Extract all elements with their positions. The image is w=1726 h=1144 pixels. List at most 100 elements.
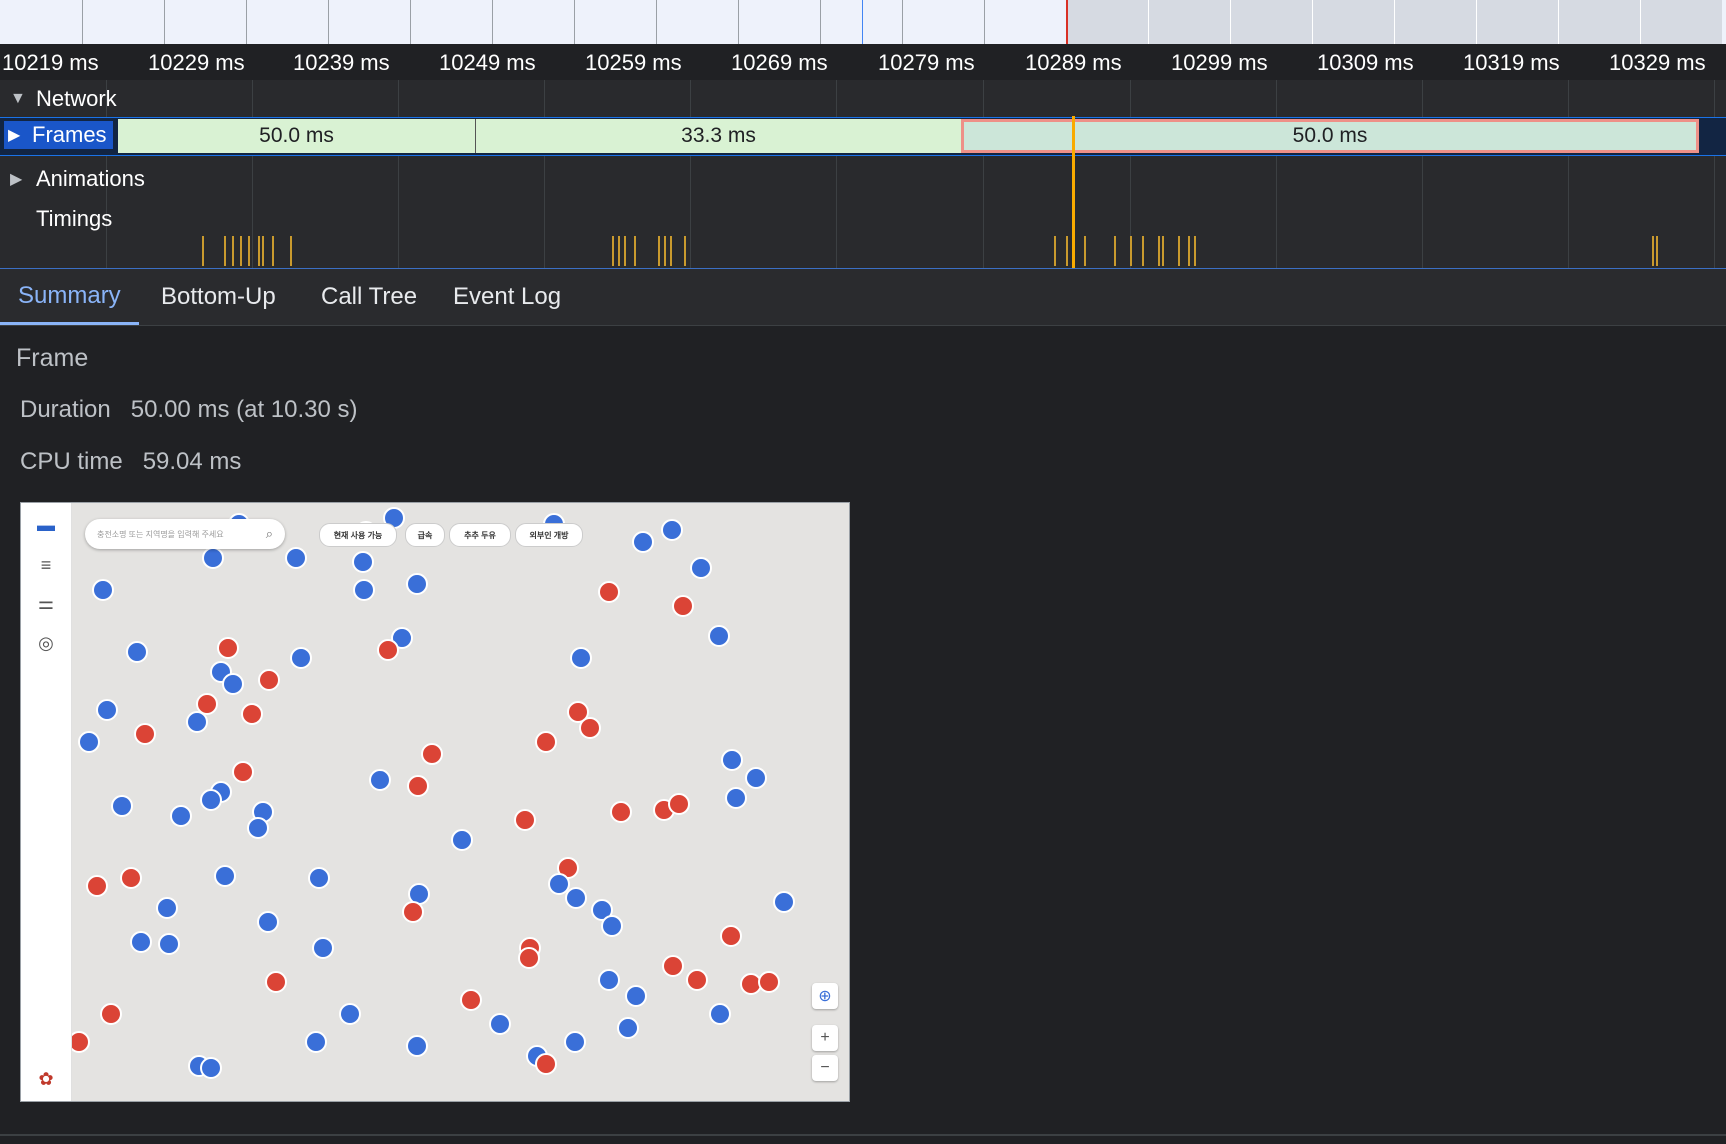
overview-selection-marker (1066, 0, 1068, 44)
red-map-marker (120, 867, 142, 889)
timing-mark (1114, 236, 1116, 266)
red-map-marker (668, 793, 690, 815)
red-map-marker (662, 955, 684, 977)
duration-value: 50.00 ms (at 10.30 s) (130, 396, 358, 423)
red-map-marker (100, 1003, 122, 1025)
tab-event-log[interactable]: Event Log (435, 269, 579, 325)
locate-icon: ⊕ (812, 983, 838, 1009)
frames-track-header[interactable]: ▶ Frames (4, 121, 113, 149)
overview-screenshot-cell (492, 0, 574, 44)
animations-track-header[interactable]: ▶ Animations (10, 166, 145, 192)
blue-map-marker (200, 1057, 222, 1079)
red-map-marker (134, 723, 156, 745)
tick-label: 10329 ms (1609, 50, 1706, 75)
timing-marks (0, 230, 1726, 266)
search-icon: ⌕ (265, 526, 273, 541)
timing-mark (670, 236, 672, 266)
details-tabbar: Summary Bottom-Up Call Tree Event Log (0, 269, 1726, 326)
cpu-time-row: CPU time 59.04 ms (20, 448, 241, 476)
frames-track-label: Frames (32, 122, 107, 147)
blue-map-marker (406, 1035, 428, 1057)
red-map-marker (720, 925, 742, 947)
blue-map-marker (156, 897, 178, 919)
tab-call-tree[interactable]: Call Tree (303, 269, 435, 325)
frame-duration: 50.0 ms (1292, 124, 1368, 147)
timeline-overview[interactable] (0, 0, 1726, 46)
red-map-marker (258, 669, 280, 691)
overview-screenshot-cell (1394, 0, 1476, 44)
blue-map-marker (312, 937, 334, 959)
red-map-marker (598, 581, 620, 603)
blue-map-marker (222, 673, 244, 695)
tick-label: 10299 ms (1171, 50, 1268, 75)
map-search-placeholder: 충전소명 또는 지역명을 입력해 주세요 (97, 529, 224, 539)
timing-mark (658, 236, 660, 266)
overview-screenshot-cell (246, 0, 328, 44)
filter-icon: ⚌ (37, 593, 55, 613)
overview-screenshot-cell (1312, 0, 1394, 44)
blue-map-marker (709, 1003, 731, 1025)
timings-track-label: Timings (36, 206, 113, 231)
red-map-marker (518, 947, 540, 969)
timing-mark (262, 236, 264, 266)
blue-map-marker (617, 1017, 639, 1039)
blue-map-marker (247, 817, 269, 839)
filter-chip: 외부인 개방 (515, 523, 583, 547)
timing-mark (232, 236, 234, 266)
red-map-marker (402, 901, 424, 923)
tab-bottom-up[interactable]: Bottom-Up (143, 269, 294, 325)
settings-icon: ✿ (38, 1069, 54, 1089)
tick-label: 10289 ms (1025, 50, 1122, 75)
frame-segment[interactable]: 33.3 ms (476, 119, 962, 153)
zoom-out-icon: − (812, 1055, 838, 1081)
blue-map-marker (632, 531, 654, 553)
animations-track[interactable]: ▶ Animations (0, 164, 1726, 196)
tick-label: 10259 ms (585, 50, 682, 75)
frames-track[interactable]: 50.0 ms 33.3 ms 50.0 ms ▶ Frames (0, 117, 1726, 156)
filter-chip: 급속 (405, 523, 445, 547)
blue-map-marker (564, 1031, 586, 1053)
overview-screenshot-cell (984, 0, 1066, 44)
blue-map-marker (130, 931, 152, 953)
red-map-marker (241, 703, 263, 725)
map-markers (21, 503, 849, 1101)
network-track[interactable]: ▼ Network (0, 84, 1726, 116)
tab-event-log-label: Event Log (453, 283, 562, 310)
tab-summary[interactable]: Summary (0, 269, 139, 325)
timing-mark (224, 236, 226, 266)
timing-mark (1142, 236, 1144, 266)
blue-map-marker (96, 699, 118, 721)
blue-map-marker (721, 749, 743, 771)
filter-chip: 현재 사용 가능 (319, 523, 397, 547)
collapsed-triangle-icon[interactable]: ▶ (10, 169, 28, 189)
frame-duration: 50.0 ms (259, 124, 334, 147)
zoom-in-icon: + (812, 1025, 838, 1051)
red-map-marker (377, 639, 399, 661)
frame-segment[interactable]: 50.0 ms (118, 119, 476, 153)
timing-mark (1130, 236, 1132, 266)
red-map-marker (686, 969, 708, 991)
blue-map-marker (200, 789, 222, 811)
blue-map-marker (186, 711, 208, 733)
blue-map-marker (625, 985, 647, 1007)
timing-mark (240, 236, 242, 266)
timing-mark (248, 236, 250, 266)
collapsed-triangle-icon[interactable]: ▶ (8, 125, 26, 145)
duration-row: Duration 50.00 ms (at 10.30 s) (20, 396, 358, 424)
overview-screenshot-cell (738, 0, 820, 44)
blue-map-marker (257, 911, 279, 933)
tick-label: 10229 ms (148, 50, 245, 75)
tab-summary-label: Summary (18, 281, 121, 309)
network-track-header[interactable]: ▼ Network (10, 86, 117, 112)
blue-map-marker (369, 769, 391, 791)
red-map-marker (86, 875, 108, 897)
red-map-marker (672, 595, 694, 617)
expanded-triangle-icon[interactable]: ▼ (10, 90, 28, 108)
timing-mark (1178, 236, 1180, 266)
blue-map-marker (690, 557, 712, 579)
timings-track-header[interactable]: Timings (10, 206, 112, 232)
summary-title: Frame (16, 344, 89, 372)
overview-screenshot-cell (902, 0, 984, 44)
blue-map-marker (214, 865, 236, 887)
overview-screenshot-cell (1558, 0, 1640, 44)
